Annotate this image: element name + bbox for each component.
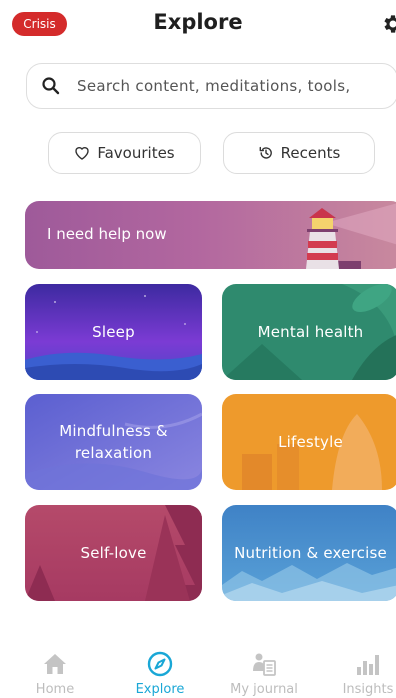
category-self-love[interactable]: Self-love (25, 505, 202, 601)
nav-explore[interactable]: Explore (115, 640, 205, 697)
recents-button[interactable]: Recents (223, 132, 375, 174)
category-lifestyle-label: Lifestyle (278, 433, 343, 451)
nav-insights[interactable]: Insights (323, 640, 396, 697)
category-self-love-label: Self-love (80, 544, 147, 562)
category-nutrition-exercise-label: Nutrition & exercise (234, 544, 387, 562)
favourites-label: Favourites (97, 144, 175, 162)
category-sleep[interactable]: Sleep (25, 284, 202, 380)
category-lifestyle[interactable]: Lifestyle (222, 394, 396, 490)
help-now-label: I need help now (47, 225, 167, 243)
search-bar[interactable] (26, 63, 396, 109)
category-mindfulness[interactable]: Mindfulness & relaxation (25, 394, 202, 490)
page-title: Explore (153, 10, 243, 34)
category-mental-health-label: Mental health (257, 323, 364, 341)
bottom-nav: Home Explore My journal Insights (0, 640, 396, 698)
nav-journal[interactable]: My journal (219, 640, 309, 697)
category-mindfulness-label: Mindfulness & relaxation (59, 422, 168, 462)
top-bar: Crisis Explore (0, 0, 396, 52)
recents-label: Recents (280, 144, 341, 162)
category-sleep-label: Sleep (92, 323, 135, 341)
journal-icon (253, 653, 276, 676)
heart-icon (75, 147, 90, 160)
nav-explore-label: Explore (135, 682, 185, 697)
home-icon (44, 654, 66, 674)
search-input[interactable] (75, 76, 396, 96)
compass-icon (147, 651, 173, 677)
category-nutrition-exercise[interactable]: Nutrition & exercise (222, 505, 396, 601)
nav-insights-label: Insights (342, 682, 394, 697)
nav-journal-label: My journal (230, 682, 298, 697)
help-now-banner[interactable]: I need help now (25, 201, 396, 269)
history-icon (259, 146, 272, 159)
search-icon (42, 77, 60, 95)
category-mental-health[interactable]: Mental health (222, 284, 396, 380)
nav-home-label: Home (35, 682, 75, 697)
bar-chart-icon (357, 655, 379, 675)
gear-icon[interactable] (380, 12, 396, 36)
nav-home[interactable]: Home (10, 640, 100, 697)
favourites-button[interactable]: Favourites (48, 132, 201, 174)
